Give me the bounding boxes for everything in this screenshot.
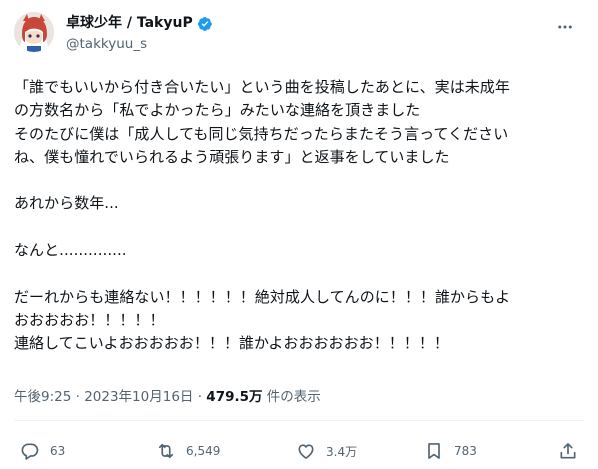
display-name-row[interactable]: 卓球少年 / TakyuP (66, 14, 213, 33)
retweet-count: 6,549 (186, 444, 221, 458)
tweet-date[interactable]: 2023年10月16日 (84, 389, 193, 405)
share-button[interactable] (558, 437, 578, 465)
more-horizontal-icon[interactable] (554, 18, 576, 36)
reply-icon (20, 441, 40, 461)
bookmark-button[interactable]: 783 (424, 437, 477, 465)
heart-icon (296, 441, 316, 461)
display-name[interactable]: 卓球少年 / TakyuP (66, 14, 193, 33)
retweet-icon (156, 441, 176, 461)
bookmark-count: 783 (454, 444, 477, 458)
avatar[interactable] (14, 12, 54, 52)
tweet-text: 「誰でもいいから付き合いたい」という曲を投稿したあとに、実は未成年 の方数名から… (14, 78, 511, 353)
author-handle[interactable]: @takkyuu_s (66, 35, 213, 53)
meta-separator: · (71, 389, 85, 405)
verified-badge-icon (197, 16, 213, 32)
tweet-time[interactable]: 午後9:25 (14, 389, 71, 405)
reply-button[interactable]: 63 (20, 437, 65, 465)
tweet-card: 卓球少年 / TakyuP @takkyuu_s 「誰でもいいから付き合いたい」… (0, 0, 598, 469)
retweet-button[interactable]: 6,549 (156, 437, 220, 465)
author-names: 卓球少年 / TakyuP @takkyuu_s (66, 14, 213, 53)
share-icon (558, 441, 578, 461)
avatar-image (14, 12, 54, 52)
views-label: 件の表示 (262, 389, 321, 405)
views-count[interactable]: 479.5万 (206, 389, 262, 405)
bookmark-icon (424, 441, 444, 461)
meta-separator-2: · (193, 389, 207, 405)
divider (14, 420, 584, 421)
like-count: 3.4万 (326, 444, 358, 459)
tweet-metadata: 午後9:25 · 2023年10月16日 · 479.5万 件の表示 (14, 388, 321, 406)
reply-count: 63 (50, 444, 66, 458)
like-button[interactable]: 3.4万 (296, 437, 357, 465)
action-bar: 63 6,549 3.4万 783 (14, 437, 584, 467)
tweet-header: 卓球少年 / TakyuP @takkyuu_s (14, 12, 584, 60)
